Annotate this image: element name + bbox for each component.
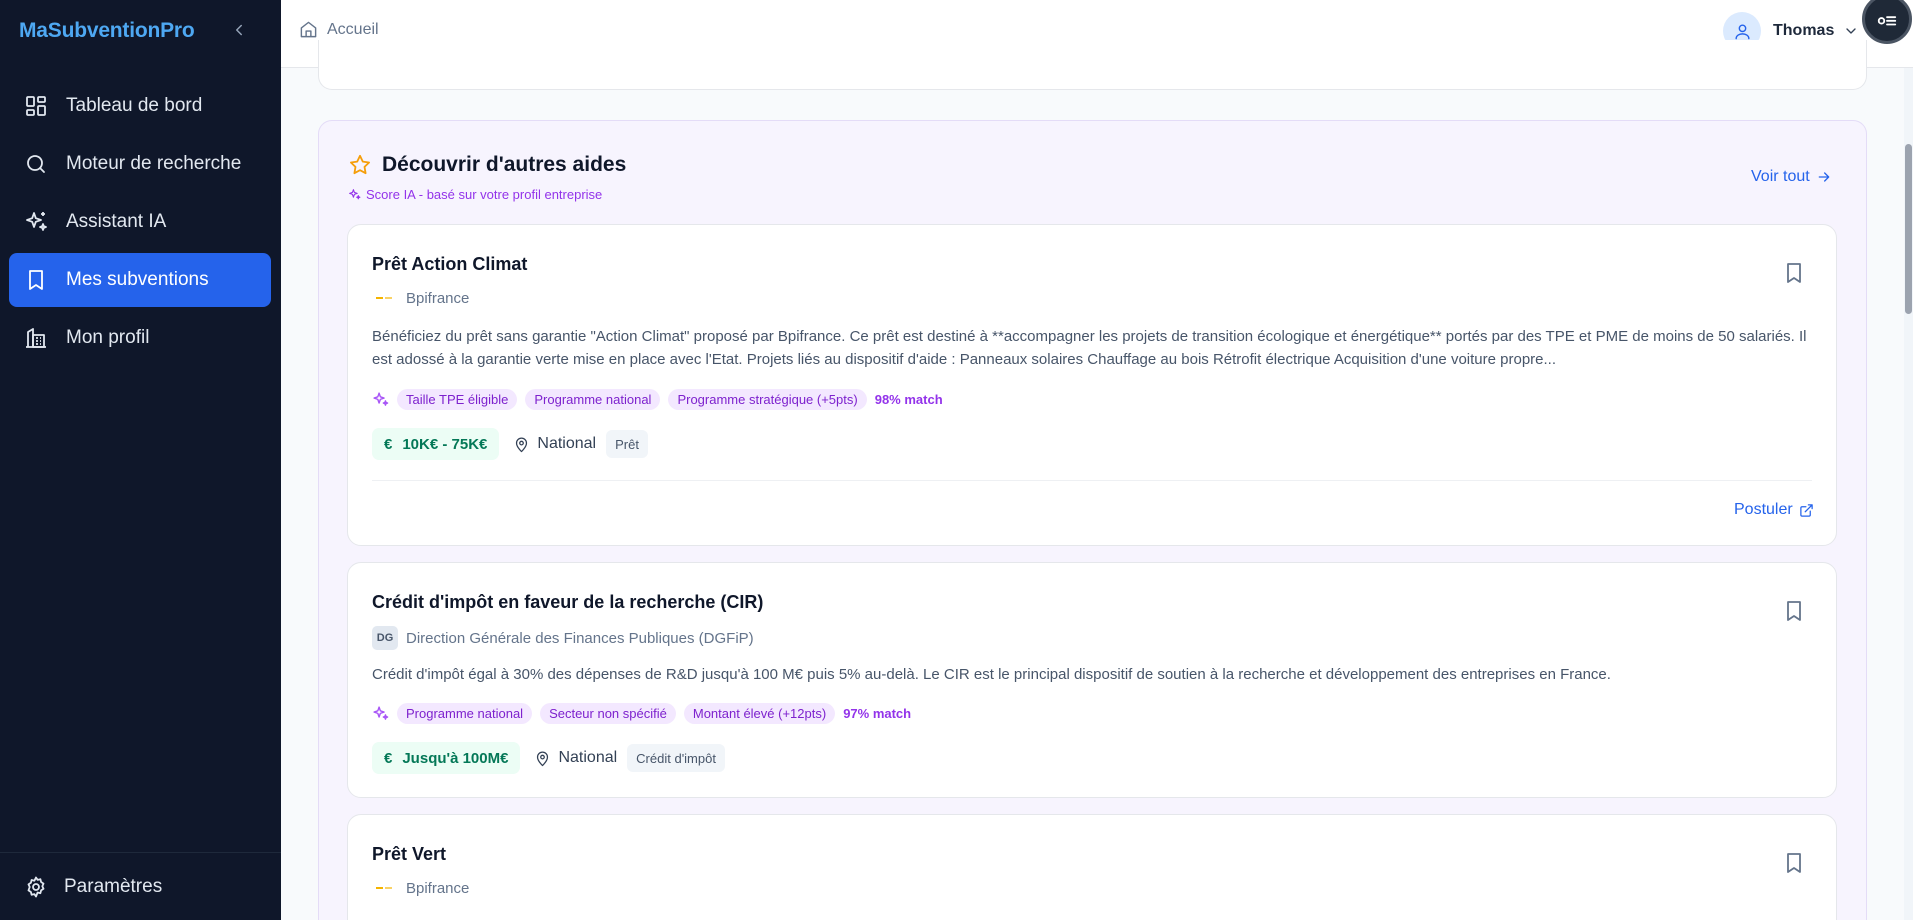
bpifrance-logo-icon <box>372 878 396 898</box>
sidebar-item-profile[interactable]: Mon profil <box>9 311 271 365</box>
breadcrumb[interactable]: Accueil <box>299 20 379 39</box>
location-value: National <box>537 435 597 452</box>
grant-organization: DG Direction Générale des Finances Publi… <box>372 626 754 650</box>
panel-title-text: Découvrir d'autres aides <box>382 153 627 176</box>
grant-organization-name: Bpifrance <box>406 289 470 307</box>
euro-icon: € <box>384 435 393 453</box>
match-tag: Programme stratégique (+5pts) <box>668 388 867 410</box>
chevron-down-icon[interactable] <box>1843 23 1859 39</box>
bookmark-icon <box>1787 853 1801 873</box>
match-tag: Montant élevé (+12pts) <box>683 702 836 724</box>
bookmark-button[interactable] <box>1782 599 1806 623</box>
bookmark-icon <box>1787 263 1801 283</box>
settings-label: Paramètres <box>64 876 163 897</box>
match-tag: Secteur non spécifié <box>540 702 676 724</box>
location-value: National <box>558 749 618 766</box>
grant-organization: Bpifrance <box>372 878 469 898</box>
external-link-icon <box>1799 503 1813 517</box>
sidebar-item-search[interactable]: Moteur de recherche <box>9 137 271 191</box>
sidebar-item-label: Assistant IA <box>66 211 167 232</box>
grant-title[interactable]: Prêt Vert <box>372 844 446 865</box>
brand-logo[interactable]: MaSubventionPro <box>19 19 195 43</box>
user-name[interactable]: Thomas <box>1773 22 1834 40</box>
bpifrance-logo-icon <box>372 288 396 308</box>
sidebar-item-label: Moteur de recherche <box>66 153 242 174</box>
page-scrollbar[interactable] <box>1904 68 1913 920</box>
previous-section-card <box>318 40 1867 90</box>
sparkles-icon <box>349 189 361 200</box>
bookmark-button[interactable] <box>1782 261 1806 285</box>
apply-label: Postuler <box>1734 501 1793 518</box>
dashboard-icon <box>26 96 46 116</box>
sparkles-icon <box>373 705 389 720</box>
discover-panel: Découvrir d'autres aides Score IA - basé… <box>318 120 1867 920</box>
see-all-link[interactable]: Voir tout <box>1751 168 1832 186</box>
settings-button[interactable]: Paramètres <box>24 875 162 899</box>
grant-meta: € 10K€ - 75K€ National Prêt <box>372 428 648 460</box>
grant-title[interactable]: Crédit d'impôt en faveur de la recherche… <box>372 592 763 613</box>
grant-card[interactable]: Prêt Vert Bpifrance <box>347 814 1837 920</box>
grant-meta: € Jusqu'à 100M€ National Crédit d'impôt <box>372 742 725 774</box>
grant-type-badge: Crédit d'impôt <box>627 744 725 772</box>
arrow-right-icon <box>1818 172 1830 182</box>
match-tag: Taille TPE éligible <box>397 388 518 410</box>
grant-card[interactable]: Prêt Action Climat Bpifrance Bénéficiez … <box>347 224 1837 546</box>
chevron-left-icon <box>236 24 242 36</box>
sidebar-item-label: Mes subventions <box>66 269 209 290</box>
grant-type-badge: Prêt <box>606 430 648 458</box>
sparkles-icon <box>26 212 47 231</box>
organization-initials: DG <box>372 626 398 650</box>
match-score: 98% match <box>874 391 943 407</box>
sidebar-item-subventions[interactable]: Mes subventions <box>9 253 271 307</box>
sidebar: MaSubventionPro Tableau de bord Moteur d… <box>0 0 281 920</box>
panel-title: Découvrir d'autres aides <box>348 153 626 177</box>
sidebar-footer: Paramètres <box>0 852 281 920</box>
card-divider <box>372 480 1812 481</box>
bookmark-icon <box>1787 601 1801 621</box>
ai-match-tags: Programme national Secteur non spécifié … <box>372 701 911 725</box>
apply-link[interactable]: Postuler <box>1734 501 1814 519</box>
match-score: 97% match <box>843 705 912 721</box>
sidebar-item-dashboard[interactable]: Tableau de bord <box>9 79 271 133</box>
home-icon <box>300 21 317 38</box>
gear-icon <box>27 876 45 898</box>
sidebar-item-label: Tableau de bord <box>66 95 203 116</box>
amount-badge: € Jusqu'à 100M€ <box>372 742 521 774</box>
star-icon <box>350 154 370 175</box>
scrollbar-thumb[interactable] <box>1905 144 1912 314</box>
sidebar-item-assistant[interactable]: Assistant IA <box>9 195 271 249</box>
bookmark-button[interactable] <box>1782 851 1806 875</box>
map-pin-icon <box>537 751 549 766</box>
user-icon <box>1734 23 1750 39</box>
panel-subtitle-text: Score IA - basé sur votre profil entrepr… <box>366 187 603 202</box>
collapse-sidebar-button[interactable] <box>228 18 250 42</box>
sidebar-nav: Tableau de bord Moteur de recherche Assi… <box>9 79 271 369</box>
grant-title[interactable]: Prêt Action Climat <box>372 254 527 275</box>
ai-match-tags: Taille TPE éligible Programme national P… <box>372 387 943 411</box>
grant-card[interactable]: Crédit d'impôt en faveur de la recherche… <box>347 562 1837 798</box>
grant-organization-name: Bpifrance <box>406 879 470 897</box>
breadcrumb-home[interactable]: Accueil <box>327 21 379 39</box>
profile-icon <box>26 328 46 348</box>
match-tag: Programme national <box>397 702 533 724</box>
euro-icon: € <box>384 749 393 767</box>
sidebar-item-label: Mon profil <box>66 327 150 348</box>
see-all-label: Voir tout <box>1751 168 1810 185</box>
bookmark-icon <box>29 270 43 290</box>
amount-value: Jusqu'à 100M€ <box>402 749 509 767</box>
sparkles-icon <box>373 391 389 406</box>
grant-organization: Bpifrance <box>372 288 469 308</box>
grant-description: Bénéficiez du prêt sans garantie "Action… <box>372 328 1807 368</box>
amount-badge: € 10K€ - 75K€ <box>372 428 500 460</box>
amount-value: 10K€ - 75K€ <box>402 435 488 453</box>
location: National <box>534 749 617 767</box>
match-tag: Programme national <box>525 388 661 410</box>
location: National <box>513 435 596 453</box>
grant-description: Crédit d'impôt égal à 30% des dépenses d… <box>372 666 1611 683</box>
settings-list-icon <box>1877 16 1897 26</box>
grant-organization-name: Direction Générale des Finances Publique… <box>406 629 754 647</box>
panel-subtitle: Score IA - basé sur votre profil entrepr… <box>348 187 602 202</box>
map-pin-icon <box>516 437 528 452</box>
search-icon <box>27 155 45 173</box>
